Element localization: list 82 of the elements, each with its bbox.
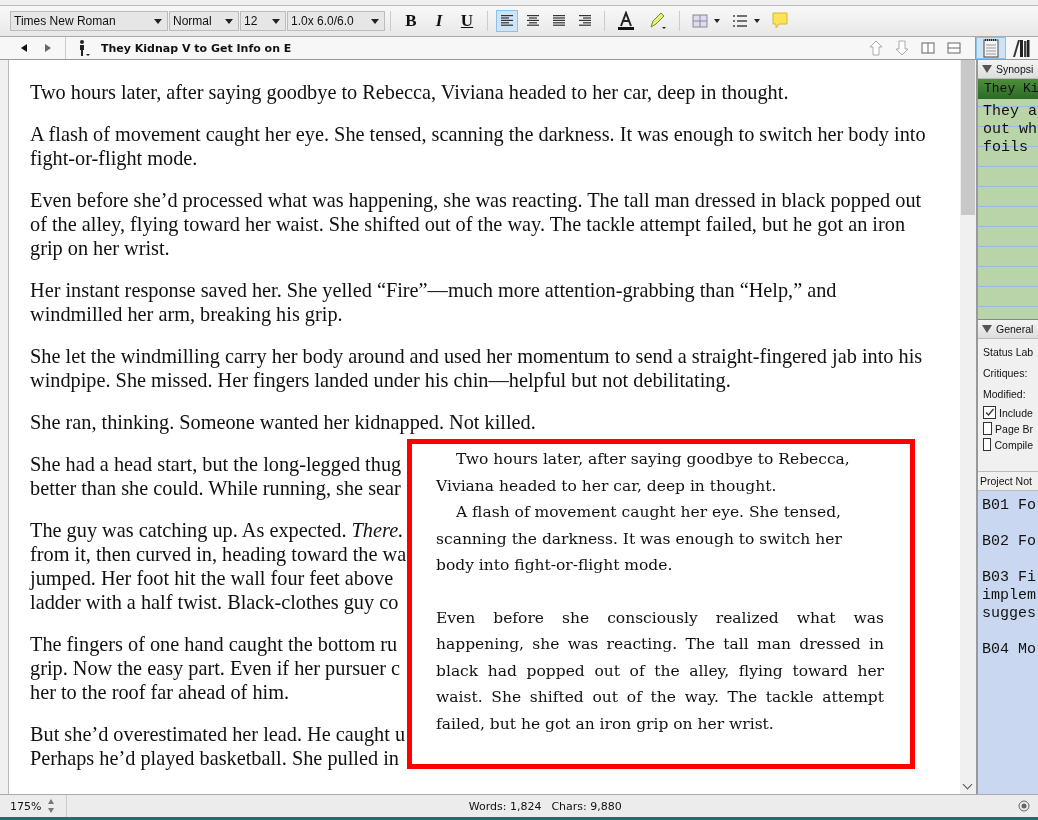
text-line: Her instant response saved her. She yelled “Fire”—much more attention-grabbing than “Help,” and — [30, 278, 837, 302]
caret-icon[interactable] — [754, 19, 760, 23]
text-line: The guy was catching up. As expected. There. — [30, 518, 404, 542]
note-line: B01 Fo — [982, 497, 1034, 515]
scrollbar[interactable] — [960, 60, 976, 794]
note-line: B03 Fi — [982, 569, 1034, 587]
caret-icon — [154, 18, 162, 24]
notepad-tab[interactable] — [976, 37, 1006, 59]
note-line: implem — [982, 587, 1034, 605]
preview-paragraph: Even before she consciously realized what was happening, she was reacting. The tall man dressed in black had popped out of the alley, flying toward her waist. She shifted out of the way. The tackle attempt failed, but he got an iron grip on her wrist. — [436, 607, 884, 735]
text-line: better than she could. While running, she sear — [30, 476, 401, 500]
checkbox[interactable] — [983, 438, 992, 451]
document-title: They Kidnap V to Get Info on E — [101, 41, 292, 55]
section-header[interactable]: Synopsi — [978, 60, 1038, 79]
list-icon[interactable] — [732, 14, 748, 28]
format-select[interactable]: Normal — [169, 11, 239, 31]
caret-icon — [371, 18, 379, 24]
text-style-button[interactable]: B — [399, 10, 423, 32]
section-header[interactable]: General — [978, 320, 1038, 339]
align-left-button[interactable] — [496, 10, 518, 32]
checkbox-label: Page Br — [995, 422, 1033, 435]
align-icon — [552, 15, 566, 27]
text-line: Even before she’d processed what was happening, she was reacting. The tall man dressed in black popped out — [30, 188, 922, 212]
text-line: She ran, thinking. Someone wanted her kidnapped. Not killed. — [30, 410, 536, 434]
text-line: grip on her wrist. — [30, 236, 170, 260]
note-line: sugges — [982, 605, 1034, 623]
note-line: B04 Mo — [982, 641, 1034, 659]
checkbox-label: Include — [999, 406, 1033, 419]
field-label: Status Lab — [983, 345, 1034, 360]
text-line: Perhaps he’d played basketball. She pulled in — [30, 746, 399, 770]
section-title: Synopsi — [996, 63, 1034, 75]
scroll-thumb[interactable] — [961, 60, 975, 215]
text-line: The fingers of one hand caught the bottom ru — [30, 632, 398, 656]
align-icon — [526, 15, 540, 27]
field-label: Modified: — [983, 387, 1026, 402]
caret-icon — [272, 18, 280, 24]
checkbox[interactable] — [983, 406, 996, 419]
synopsis-card[interactable]: They a out wh foils — [978, 99, 1038, 320]
format-select[interactable]: Times New Roman — [10, 11, 168, 31]
highlighter-icon[interactable] — [647, 11, 667, 31]
checkbox-label: Compile — [994, 438, 1033, 451]
caret-icon[interactable] — [714, 19, 720, 23]
format-select[interactable]: 1.0x 6.0/6.0 — [287, 11, 385, 31]
align-icon — [578, 15, 592, 27]
checkbox[interactable] — [983, 422, 993, 435]
section-title: General — [996, 323, 1034, 335]
text-line: But she’d overestimated her lead. He caught u — [30, 722, 406, 746]
note-line: B02 Fo — [982, 533, 1034, 551]
text-line: ladder with a half twist. Black-clothes guy co — [30, 590, 399, 614]
text-color-icon[interactable] — [617, 11, 635, 31]
text-style-button[interactable]: I — [427, 10, 451, 32]
format-select[interactable]: 12 — [240, 11, 286, 31]
text-line: fight-or-flight mode. — [30, 146, 198, 170]
text-line: A flash of movement caught her eye. She tensed, scanning the darkness. It was enough to switch her body into — [30, 122, 926, 146]
person-icon[interactable] — [77, 39, 91, 57]
text-line: of the alley, flying toward her waist. She shifted out of the way. The tackle attempt failed, but he got an iron — [30, 212, 906, 236]
text-line: from it, then curved in, heading toward the wa — [30, 542, 407, 566]
collapse-icon[interactable] — [982, 325, 992, 333]
notes-area[interactable]: B01 Fo B02 Fo B03 Fi implem sugges B04 Mo — [978, 491, 1038, 794]
split-horizontal-icon[interactable] — [947, 42, 961, 54]
zoom-level[interactable]: 175% — [10, 799, 42, 813]
text-line: windpipe. She missed. Her fingers landed under his chin—helpful but not debilitating. — [30, 368, 731, 392]
word-count: Words: 1,824 — [468, 799, 542, 813]
text-line: She had a head start, but the long-legged thug — [30, 452, 402, 476]
text-line: jumped. Her foot hit the wall four feet above — [30, 566, 394, 590]
text-line: She let the windmilling carry her body around and used her momentum to send a straight-fingered jab into his — [30, 344, 923, 368]
synopsis-line: foils — [983, 139, 1029, 157]
preview-paragraph: Two hours later, after saying goodbye to Rebecca, Viviana headed to her car, deep in thought. — [436, 449, 851, 497]
preview-paragraph: A flash of movement caught her eye. She tensed, scanning the darkness. It was enough to switch her body into fight-or-flight mode. — [436, 502, 843, 576]
synopsis-title[interactable]: They Ki — [978, 79, 1038, 99]
text-line: Two hours later, after saying goodbye to Rebecca, Viviana headed to her car, deep in thought. — [30, 80, 789, 104]
text-line: windmilled her arm, breaking his grip. — [30, 302, 343, 326]
field-label: Critiques: — [983, 366, 1028, 381]
align-icon — [500, 15, 514, 27]
spinner-icon[interactable] — [47, 798, 56, 814]
text-line: her to the roof far ahead of him. — [30, 680, 290, 704]
split-vertical-icon[interactable] — [921, 42, 935, 54]
text-style-button[interactable]: U — [455, 10, 479, 32]
char-count: Chars: 9,880 — [551, 799, 622, 813]
text-line: grip. Now the easy part. Even if her pursuer c — [30, 656, 400, 680]
target-icon[interactable] — [1018, 800, 1030, 812]
caret-icon — [225, 18, 233, 24]
